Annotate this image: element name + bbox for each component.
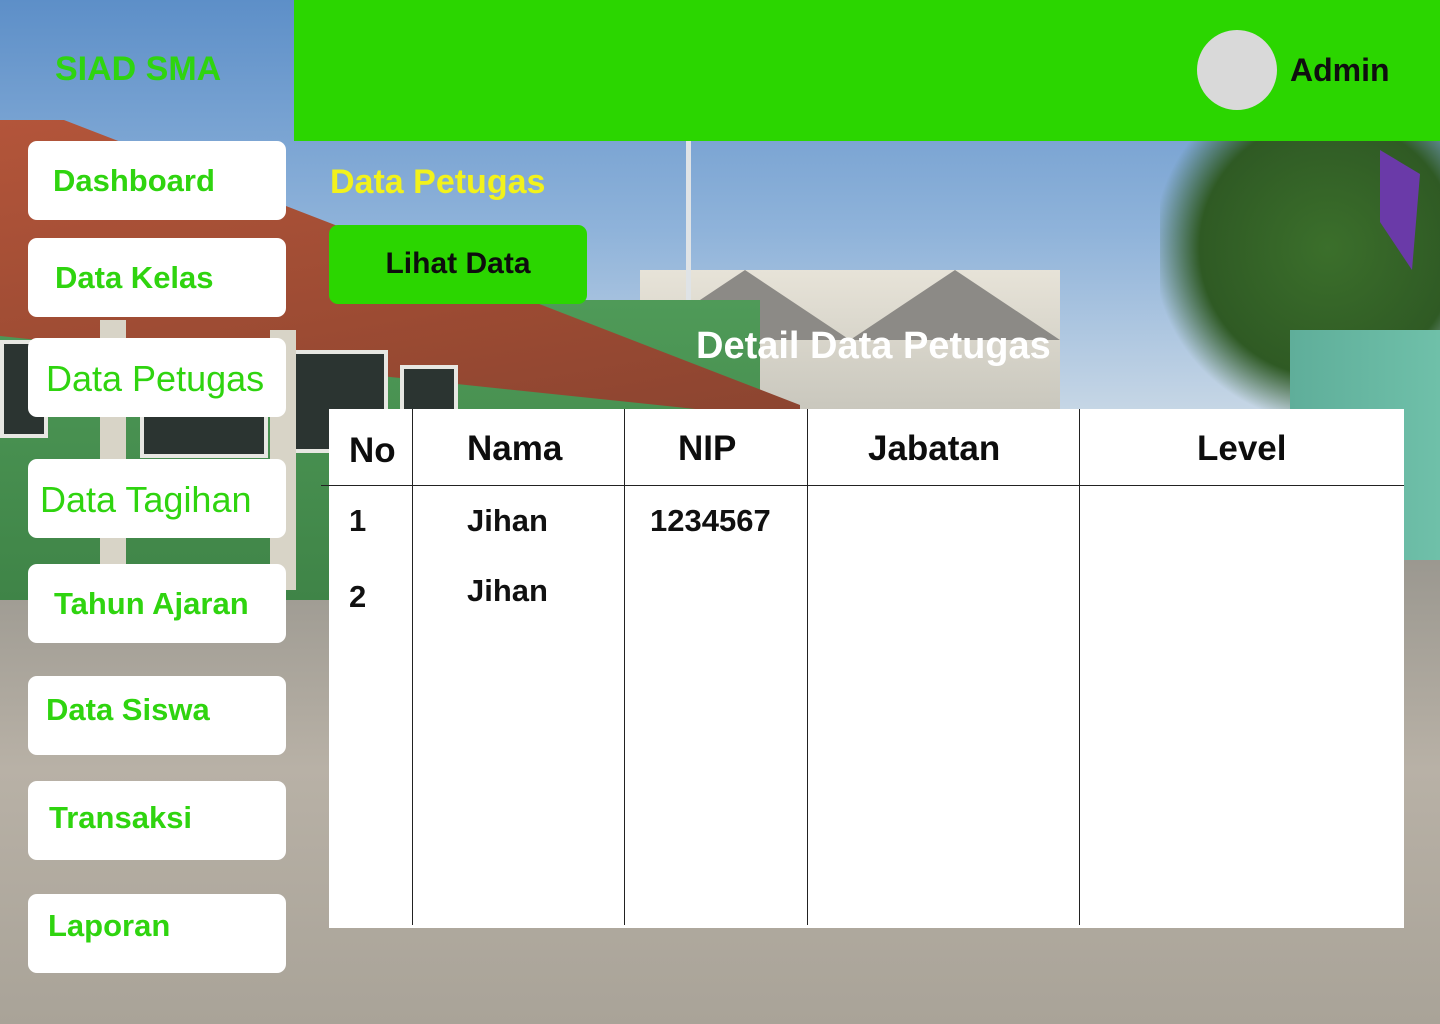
cell-nip: 1234567 — [650, 503, 771, 538]
column-header-nip: NIP — [678, 429, 737, 468]
sidebar-item-label: Data Petugas — [46, 358, 265, 399]
sidebar-item-data-siswa[interactable]: Data Siswa — [28, 676, 286, 755]
header-divider — [321, 485, 1404, 486]
staff-table: No Nama NIP Jabatan Level 1 Jihan 123456… — [321, 409, 1404, 928]
app-brand: SIAD SMA — [55, 50, 222, 88]
sidebar-item-label: Data Siswa — [46, 692, 210, 727]
sidebar-item-data-petugas[interactable]: Data Petugas — [28, 338, 286, 417]
sidebar-item-data-tagihan[interactable]: Data Tagihan — [28, 459, 286, 538]
sidebar-item-laporan[interactable]: Laporan — [28, 894, 286, 973]
column-divider — [1079, 409, 1080, 925]
view-data-button[interactable]: Lihat Data — [329, 225, 587, 304]
page-title: Data Petugas — [330, 163, 546, 201]
avatar-icon[interactable] — [1197, 30, 1277, 110]
column-divider — [412, 409, 413, 925]
sidebar-item-label: Tahun Ajaran — [54, 586, 249, 621]
user-name[interactable]: Admin — [1290, 52, 1390, 89]
column-header-level: Level — [1197, 429, 1287, 468]
sidebar-item-tahun-ajaran[interactable]: Tahun Ajaran — [28, 564, 286, 643]
sidebar-item-label: Transaksi — [49, 800, 193, 835]
sidebar-item-dashboard[interactable]: Dashboard — [28, 141, 286, 220]
column-header-no: No — [349, 431, 396, 470]
sidebar-item-transaksi[interactable]: Transaksi — [28, 781, 286, 860]
column-divider — [807, 409, 808, 925]
sidebar-item-label: Data Tagihan — [40, 479, 252, 520]
sidebar-item-label: Laporan — [48, 908, 171, 943]
table-title: Detail Data Petugas — [696, 325, 1051, 367]
column-header-nama: Nama — [467, 429, 563, 468]
sidebar-item-data-kelas[interactable]: Data Kelas — [28, 238, 286, 317]
cell-no: 2 — [349, 579, 367, 614]
view-data-button-label: Lihat Data — [385, 247, 531, 280]
cell-nama: Jihan — [467, 503, 548, 538]
cell-nama: Jihan — [467, 573, 548, 608]
sidebar-item-label: Dashboard — [53, 163, 215, 198]
column-header-jabatan: Jabatan — [868, 429, 1001, 468]
cell-no: 1 — [349, 503, 367, 538]
column-divider — [624, 409, 625, 925]
sidebar-item-label: Data Kelas — [55, 260, 214, 295]
